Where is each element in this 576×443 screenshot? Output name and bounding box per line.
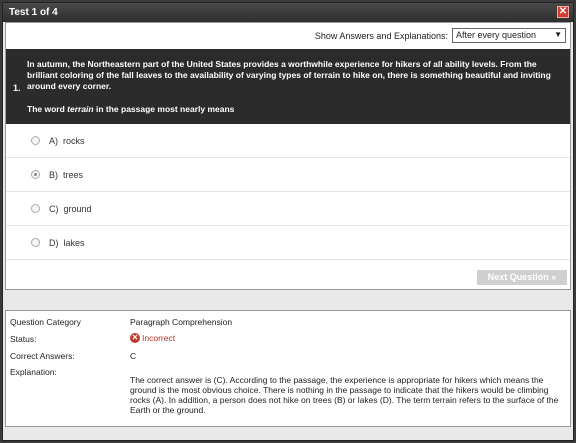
show-answers-value: After every question bbox=[456, 30, 537, 40]
radio-button-selected[interactable] bbox=[31, 170, 40, 179]
show-answers-row: Show Answers and Explanations: After eve… bbox=[266, 28, 566, 44]
question-box: 1. In autumn, the Northeastern part of t… bbox=[6, 49, 570, 124]
title-bar: Test 1 of 4 ✕ bbox=[3, 3, 573, 22]
show-answers-label: Show Answers and Explanations: bbox=[314, 31, 448, 41]
option-label: A) rocks bbox=[49, 136, 85, 146]
window-title: Test 1 of 4 bbox=[9, 7, 58, 18]
question-passage: In autumn, the Northeastern part of the … bbox=[27, 59, 551, 91]
category-value: Paragraph Comprehension bbox=[130, 317, 233, 327]
answer-option-a[interactable]: A) rocks bbox=[6, 124, 570, 158]
close-icon[interactable]: ✕ bbox=[557, 6, 569, 18]
option-label: D) lakes bbox=[49, 238, 85, 248]
prompt-post: in the passage most nearly means bbox=[93, 104, 235, 114]
next-question-button[interactable]: Next Question » bbox=[477, 270, 567, 285]
incorrect-icon: ✕ bbox=[130, 332, 140, 343]
question-panel: Show Answers and Explanations: After eve… bbox=[5, 22, 571, 290]
correct-answers-label: Correct Answers: bbox=[10, 351, 75, 361]
question-number: 1. bbox=[13, 83, 21, 93]
show-answers-select[interactable]: After every question ▼ bbox=[452, 28, 566, 43]
category-label: Question Category bbox=[10, 317, 81, 327]
answer-option-c[interactable]: C) ground bbox=[6, 192, 570, 226]
status-text: Incorrect bbox=[142, 332, 176, 343]
explanation-text: The correct answer is (C). According to … bbox=[130, 375, 559, 415]
status-label: Status: bbox=[10, 334, 37, 344]
question-prompt: The word terrain in the passage most nea… bbox=[27, 104, 234, 114]
radio-button[interactable] bbox=[31, 204, 40, 213]
option-label: C) ground bbox=[49, 204, 92, 214]
answer-option-b[interactable]: B) trees bbox=[6, 158, 570, 192]
status-value: ✕ Incorrect bbox=[130, 332, 175, 343]
answer-option-d[interactable]: D) lakes bbox=[6, 226, 570, 260]
answer-details-panel: Question Category Paragraph Comprehensio… bbox=[5, 310, 571, 427]
test-window: Test 1 of 4 ✕ Show Answers and Explanati… bbox=[2, 2, 574, 441]
prompt-pre: The word bbox=[27, 104, 68, 114]
option-label: B) trees bbox=[49, 170, 84, 180]
radio-button[interactable] bbox=[31, 136, 40, 145]
radio-button[interactable] bbox=[31, 238, 40, 247]
prompt-word: terrain bbox=[67, 104, 94, 114]
chevron-down-icon: ▼ bbox=[554, 30, 562, 39]
correct-answers-value: C bbox=[130, 351, 137, 361]
explanation-label: Explanation: bbox=[10, 367, 57, 377]
